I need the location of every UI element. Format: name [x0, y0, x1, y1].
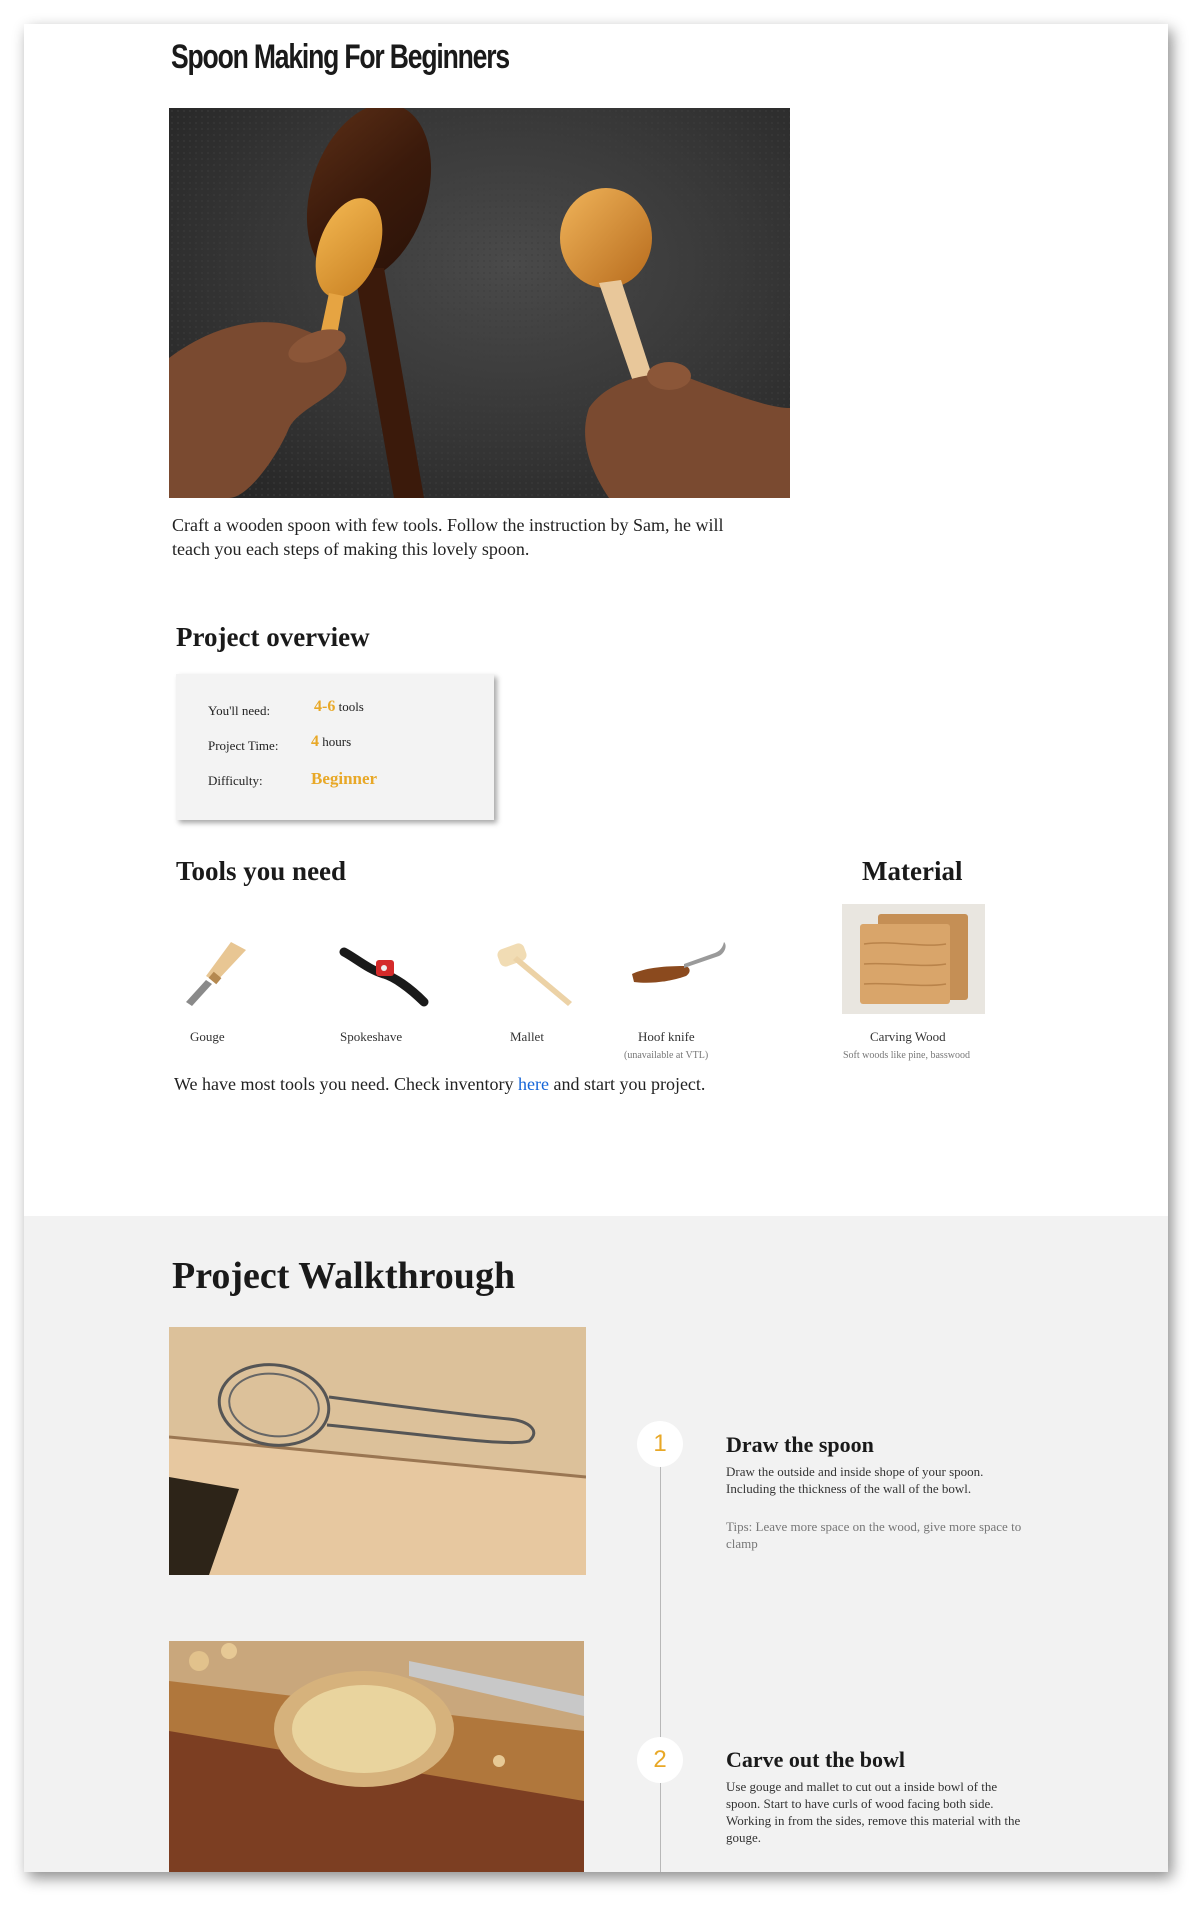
need-value: 4-6 tools — [314, 698, 364, 716]
step-1-photo — [169, 1327, 586, 1575]
page: Spoon Making For Beginners Craft a woode… — [24, 24, 1168, 1872]
inventory-text-before: We have most tools you need. Check inven… — [174, 1074, 514, 1094]
walkthrough-section: Project Walkthrough 1 Draw the spoon Dra… — [24, 1216, 1168, 1872]
tool-label-gouge: Gouge — [190, 1029, 225, 1044]
hoof-knife-image — [624, 932, 734, 1012]
step-2-description: Use gouge and mallet to cut out a inside… — [726, 1779, 1021, 1845]
difficulty-label: Difficulty: — [208, 773, 263, 788]
gouge-image — [176, 932, 276, 1012]
need-unit: tools — [338, 699, 364, 714]
hero-spoons-illustration — [169, 108, 790, 498]
tool-label-hoof-knife: Hoof knife — [638, 1029, 695, 1044]
step-2-photo — [169, 1641, 584, 1872]
mallet-image — [492, 932, 592, 1012]
tool-label-mallet: Mallet — [510, 1029, 544, 1044]
time-label: Project Time: — [208, 738, 279, 753]
material-note: Soft woods like pine, basswood — [843, 1050, 970, 1061]
time-value: 4 hours — [311, 733, 351, 751]
tools-heading: Tools you need — [176, 856, 347, 886]
need-number: 4-6 — [314, 698, 336, 715]
step-1-number: 1 — [637, 1421, 683, 1467]
material-heading: Material — [862, 856, 963, 886]
difficulty-value: Beginner — [311, 769, 378, 788]
tool-note-hoof-knife: (unavailable at VTL) — [624, 1050, 709, 1061]
intro-text: Craft a wooden spoon with few tools. Fol… — [172, 515, 724, 559]
step-1-description: Draw the outside and inside shope of you… — [726, 1464, 984, 1496]
page-title: Spoon Making For Beginners — [171, 38, 510, 76]
step-1-title: Draw the spoon — [726, 1432, 874, 1457]
project-overview-card: You'll need: 4-6 tools Project Time: 4 h… — [176, 674, 494, 820]
tool-label-spokeshave: Spokeshave — [340, 1029, 403, 1044]
material-label: Carving Wood — [870, 1029, 946, 1044]
need-label: You'll need: — [208, 703, 271, 718]
inventory-text-after: and start you project. — [553, 1074, 706, 1094]
project-overview-heading: Project overview — [176, 622, 370, 652]
walkthrough-heading: Project Walkthrough — [172, 1255, 516, 1297]
step-1-tip: Tips: Leave more space on the wood, give… — [726, 1519, 1022, 1551]
carving-wood-image — [842, 904, 985, 1014]
inventory-link[interactable]: here — [518, 1074, 549, 1094]
step-2-title: Carve out the bowl — [726, 1747, 906, 1772]
timeline-line — [660, 1444, 661, 1872]
step-2-number: 2 — [637, 1737, 683, 1783]
hero-image — [169, 108, 790, 498]
inventory-text: We have most tools you need. Check inven… — [174, 1074, 705, 1095]
spokeshave-image — [334, 932, 434, 1012]
time-number: 4 — [311, 733, 319, 750]
time-unit: hours — [322, 734, 352, 749]
